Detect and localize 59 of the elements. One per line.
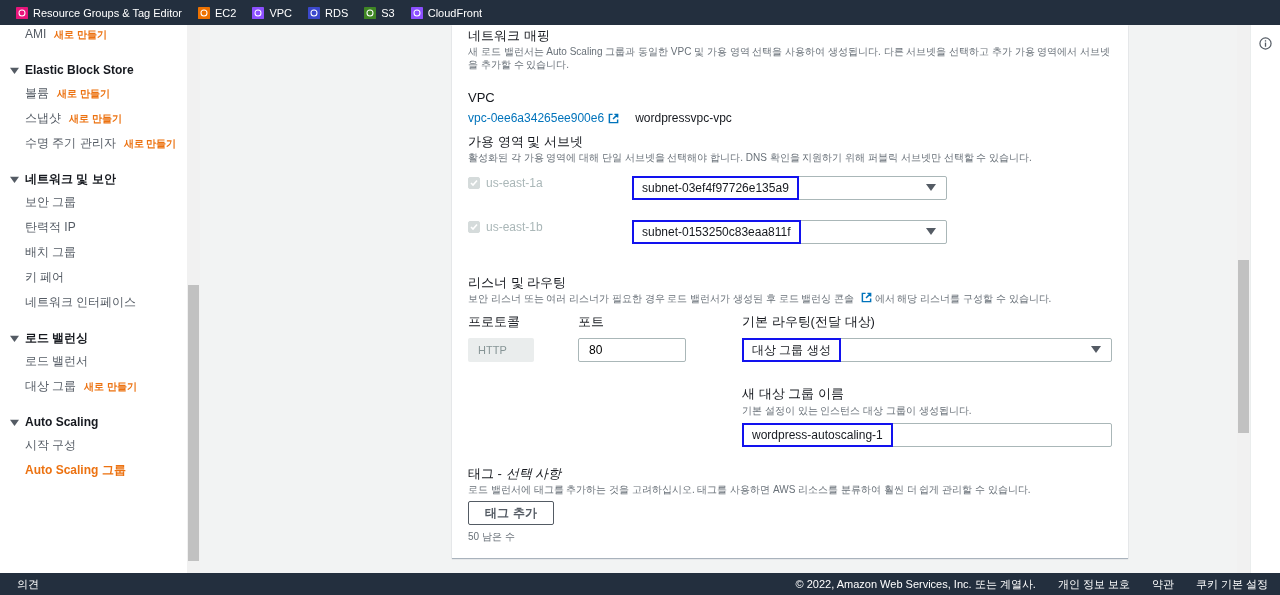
add-tag-button[interactable]: 태그 추가 xyxy=(468,501,554,525)
vpc-link[interactable]: vpc-0ee6a34265ee900e6 xyxy=(468,111,605,125)
sidebar-section-header[interactable]: Elastic Block Store xyxy=(0,59,187,81)
sidebar-item[interactable]: 로드 밸런서 xyxy=(25,354,89,368)
remaining-count: 50 남은 수 xyxy=(468,530,516,544)
section-title: 가용 영역 및 서브넷 xyxy=(468,133,584,150)
service-shortcut[interactable]: RDS xyxy=(308,6,349,19)
section-title: 태그 - 선택 사항 xyxy=(468,465,563,482)
sidebar-item[interactable]: 수명 주기 관리자 xyxy=(25,136,116,150)
service-shortcut[interactable]: VPC xyxy=(252,6,292,19)
section-description: 새 로드 밸런서는 Auto Scaling 그룹과 동일한 VPC 및 가용 영역 선택을 사용하여 생성됩니다. 다른 서브넷을 선택하고 추가 가용 영역에서 서브넷을 추가할 수 있습니다. xyxy=(468,45,1112,71)
field-label: VPC xyxy=(468,89,496,106)
section-title: 리스너 및 라우팅 xyxy=(468,274,568,291)
zone-label: us-east-1a xyxy=(486,176,543,190)
section-description: 활성화된 각 가용 영역에 대해 단일 서브넷을 선택해야 합니다. DNS 확인을 지원하기 위해 퍼블릭 서브넷만 선택할 수 있습니다. xyxy=(468,151,1033,164)
sidebar-item[interactable]: 시작 구성 xyxy=(25,438,77,452)
sidebar-item[interactable]: 볼륨 xyxy=(25,86,49,100)
service-shortcut[interactable]: EC2 xyxy=(198,6,237,19)
port-field[interactable]: 80 xyxy=(578,338,686,362)
service-shortcut[interactable]: Resource Groups & Tag Editor xyxy=(16,6,182,19)
zone-label: us-east-1b xyxy=(486,220,543,234)
sidebar-item[interactable]: 배치 그룹 xyxy=(25,245,77,259)
copyright-text: © 2022, Amazon Web Services, Inc. 또는 계열사. xyxy=(795,576,1036,592)
section-title: 네트워크 매핑 xyxy=(468,27,551,44)
sidebar-section-header[interactable]: 네트워크 및 보안 xyxy=(0,168,187,190)
service-shortcut[interactable]: CloudFront xyxy=(410,6,483,19)
field-label: 기본 라우팅(전달 대상) xyxy=(742,313,876,331)
sidebar-item[interactable]: AMI xyxy=(25,27,47,41)
footer-link[interactable]: 약관 xyxy=(1151,576,1174,592)
sidebar-section-header[interactable]: 로드 밸런싱 xyxy=(0,327,187,349)
console-link[interactable]: 로드 밸런싱 콘솔 xyxy=(778,293,855,304)
external-link-icon xyxy=(608,112,620,124)
vpc-name: wordpressvpc-vpc xyxy=(635,111,732,125)
sidebar-item[interactable]: 탄력적 IP xyxy=(25,220,76,234)
protocol-field: HTTP xyxy=(468,338,534,362)
dropdown-caret-icon xyxy=(926,228,936,236)
section-description: 로드 밸런서에 태그를 추가하는 것을 고려하십시오. 태그를 사용하면 AWS 리소스를 분류하여 훨씬 더 쉽게 관리할 수 있습니다. xyxy=(468,483,1032,496)
section-description: 보안 리스너 또는 여러 리스너가 필요한 경우 로드 밸런서가 생성된 후 로드 밸런싱 콘솔 에서 해당 리스너를 구성할 수 있습니다. xyxy=(468,292,1053,305)
footer-link[interactable]: 쿠키 기본 설정 xyxy=(1195,576,1268,592)
sidebar-item[interactable]: 보안 그룹 xyxy=(25,195,77,209)
sidebar-item[interactable]: 네트워크 인터페이스 xyxy=(25,295,137,309)
target-group-name-field[interactable]: wordpress-autoscaling-1 xyxy=(742,423,1112,447)
sidebar-item[interactable]: 스냅샷 xyxy=(25,111,61,125)
routing-select[interactable]: 대상 그룹 생성 xyxy=(742,338,1112,362)
service-shortcut[interactable]: S3 xyxy=(364,6,395,19)
field-hint: 기본 설정이 있는 인스턴스 대상 그룹이 생성됩니다. xyxy=(742,404,973,418)
sidebar-item[interactable]: 대상 그룹 xyxy=(25,379,77,393)
dropdown-caret-icon xyxy=(926,184,936,192)
sidebar-section-header[interactable]: Auto Scaling xyxy=(0,411,187,433)
field-label: 새 대상 그룹 이름 xyxy=(742,385,845,403)
feedback-link[interactable]: 의견 xyxy=(17,576,39,592)
scrollbar[interactable] xyxy=(187,25,200,573)
field-label: 포트 xyxy=(578,313,605,331)
external-link-icon xyxy=(860,292,872,303)
footer-link[interactable]: 개인 정보 보호 xyxy=(1057,576,1130,592)
field-label: 프로토콜 xyxy=(468,313,521,331)
sidebar-item[interactable]: 키 페어 xyxy=(25,270,65,284)
info-icon[interactable] xyxy=(1259,37,1272,50)
dropdown-caret-icon xyxy=(1091,346,1101,354)
